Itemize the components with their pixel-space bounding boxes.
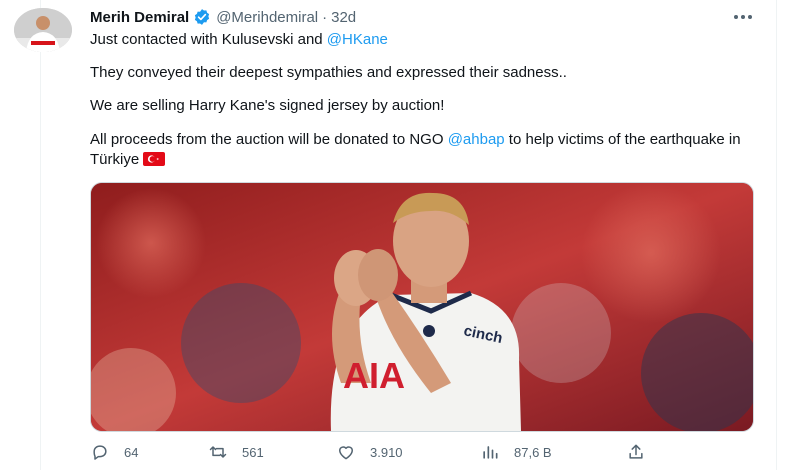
mention-hkane[interactable]: @HKane	[327, 31, 388, 48]
retweet-icon	[209, 446, 227, 458]
tweet-line-3: We are selling Harry Kane's signed jerse…	[90, 97, 445, 114]
tweet-line-1: Just contacted with Kulusevski and @HKan…	[90, 30, 388, 50]
more-dots-icon[interactable]	[732, 8, 754, 26]
views-button[interactable]: 87,6 B	[480, 440, 552, 464]
reply-button[interactable]: 64	[90, 440, 138, 464]
mention-ahbap[interactable]: @ahbap	[448, 131, 505, 148]
header-separator: ·	[322, 8, 328, 26]
tweet-media-photo[interactable]: AIA cinch	[90, 182, 754, 432]
photo-image: AIA cinch	[91, 183, 753, 431]
avatar-image	[14, 8, 72, 52]
timeline-left-border	[40, 0, 41, 470]
reply-icon	[93, 445, 107, 460]
tweet-line-4: All proceeds from the auction will be do…	[90, 130, 750, 170]
line1-text: Just contacted with Kulusevski and	[90, 31, 327, 48]
line4-text: All proceeds from the auction will be do…	[90, 131, 448, 148]
author-handle[interactable]: @Merihdemiral	[216, 9, 318, 26]
retweet-count: 561	[242, 444, 264, 460]
tweet-line-2: They conveyed their deepest sympathies a…	[90, 64, 567, 81]
views-count: 87,6 B	[514, 444, 552, 460]
views-chart-icon	[483, 446, 498, 459]
share-icon	[629, 444, 643, 459]
like-count: 3.910	[370, 444, 403, 460]
svg-text:AIA: AIA	[343, 355, 405, 396]
author-name[interactable]: Merih Demiral	[90, 9, 189, 26]
reply-count: 64	[124, 444, 139, 460]
share-button[interactable]	[626, 440, 660, 464]
like-button[interactable]: 3.910	[336, 440, 403, 464]
author-avatar[interactable]	[14, 8, 72, 52]
turkey-flag-icon	[143, 152, 166, 166]
verified-badge-icon	[193, 8, 211, 26]
tweet-timestamp[interactable]: 32d	[331, 9, 356, 26]
retweet-button[interactable]: 561	[208, 440, 264, 464]
heart-icon	[339, 446, 353, 460]
timeline-right-border	[776, 0, 777, 470]
tweet-header: Merih Demiral @Merihdemiral · 32d	[90, 6, 356, 28]
tweet-actions-bar: 64 561 3.910 87,6 B	[90, 440, 670, 464]
